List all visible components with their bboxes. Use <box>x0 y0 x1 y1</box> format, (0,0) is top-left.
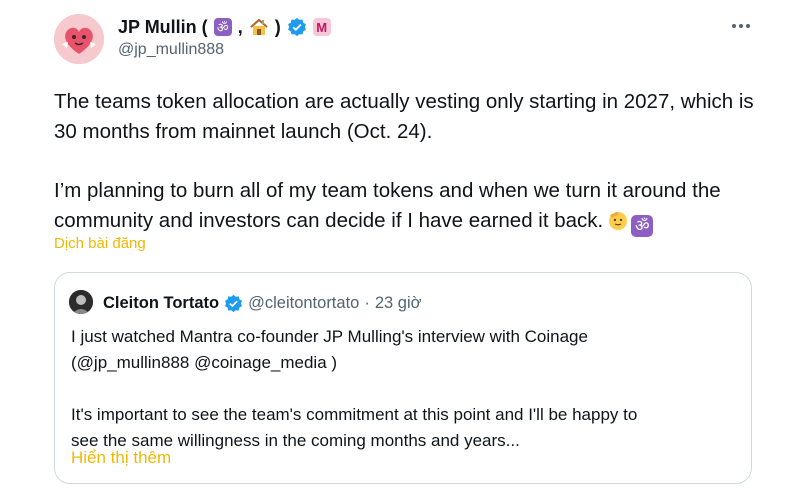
separator-dot: · <box>364 293 370 312</box>
quoted-timestamp[interactable]: 23 giờ <box>375 294 422 313</box>
more-dot <box>739 24 743 28</box>
author-name-row[interactable]: JP Mullin ( ॐ , ) M <box>118 15 331 39</box>
more-options-button[interactable] <box>728 16 754 36</box>
quoted-handle[interactable]: @cleitontortato <box>248 294 359 313</box>
verified-icon[interactable] <box>287 17 307 37</box>
quoted-text: I just watched Mantra co-founder JP Mull… <box>71 324 741 454</box>
quoted-line-2: (@jp_mullin888 @coinage_media ) <box>71 353 338 372</box>
quoted-tweet-card[interactable]: Cleiton Tortato @cleitontortato · 23 giờ… <box>54 272 752 484</box>
show-more-link[interactable]: Hiển thị thêm <box>71 448 171 468</box>
quoted-display-name[interactable]: Cleiton Tortato <box>103 294 219 313</box>
avatar-portrait-icon <box>69 290 93 314</box>
m-badge-icon[interactable]: M <box>312 18 331 36</box>
tweet-paragraph-1: The teams token allocation are actually … <box>54 90 754 143</box>
quoted-line-3: It's important to see the team's commitm… <box>71 405 638 424</box>
avatar-heart-icon <box>54 14 104 64</box>
translate-post-link[interactable]: Dịch bài đăng <box>54 235 146 252</box>
om-icon: ॐ <box>213 18 232 36</box>
name-close-paren: ) <box>274 16 281 37</box>
tweet-avatar[interactable] <box>54 14 104 64</box>
saluting-face-icon <box>609 212 628 230</box>
tweet-paragraph-2: I’m planning to burn all of my team toke… <box>54 176 754 237</box>
author-display-name[interactable]: JP Mullin ( <box>118 17 208 38</box>
house-icon <box>250 18 268 35</box>
more-dot <box>732 24 736 28</box>
verified-icon[interactable] <box>224 294 243 313</box>
om-icon: ॐ <box>631 215 654 237</box>
quoted-line-1: I just watched Mantra co-founder JP Mull… <box>71 327 588 346</box>
quoted-header: Cleiton Tortato @cleitontortato · 23 giờ <box>103 291 421 315</box>
quoted-author-avatar[interactable] <box>69 290 93 314</box>
author-handle[interactable]: @jp_mullin888 <box>118 41 224 59</box>
more-dot <box>746 24 750 28</box>
quoted-line-4: see the same willingness in the coming m… <box>71 431 520 450</box>
name-comma: , <box>237 16 243 37</box>
tweet-text: The teams token allocation are actually … <box>54 87 754 237</box>
